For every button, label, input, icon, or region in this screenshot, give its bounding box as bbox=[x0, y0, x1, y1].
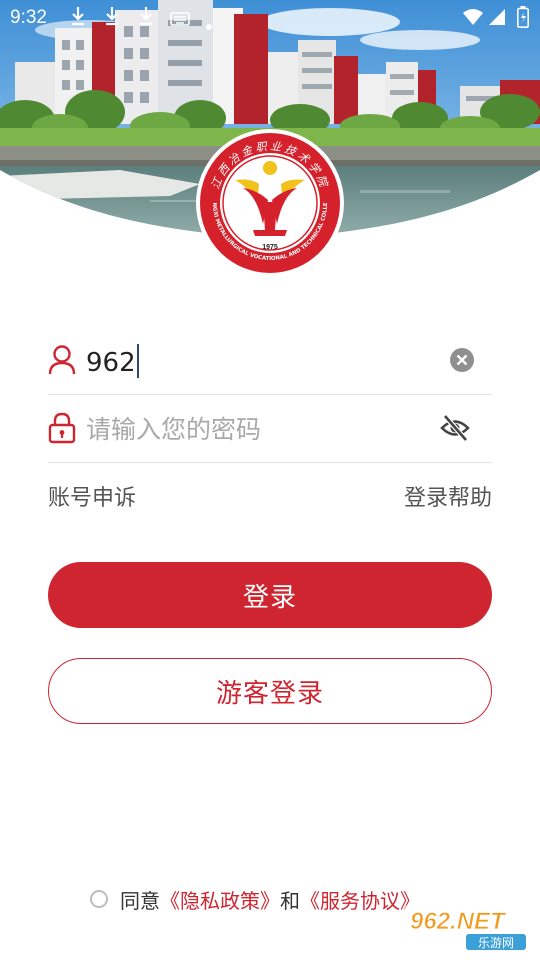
download-icon bbox=[70, 6, 86, 31]
status-time: 9:32 bbox=[10, 7, 47, 28]
emblem-year: 1975 bbox=[262, 244, 278, 251]
username-row: 962 bbox=[48, 326, 492, 395]
account-appeal-link[interactable]: 账号申诉 bbox=[48, 485, 136, 513]
college-emblem: 江西冶金职业技术学院 JIANGXI METALLURGICAL VOCATIO… bbox=[193, 124, 345, 278]
password-row bbox=[48, 394, 492, 463]
keyboard-icon bbox=[170, 10, 190, 31]
user-icon bbox=[48, 344, 76, 376]
site-watermark-logo: 962.NET 乐游网 bbox=[402, 902, 534, 954]
clear-icon[interactable] bbox=[450, 348, 474, 372]
eye-off-icon[interactable] bbox=[440, 413, 470, 443]
status-bar: 9:32 bbox=[0, 0, 540, 36]
login-button-label: 登录 bbox=[242, 582, 297, 613]
guest-login-button[interactable]: 游客登录 bbox=[48, 658, 492, 724]
download-icon bbox=[138, 6, 154, 31]
agreement-radio[interactable] bbox=[90, 890, 108, 908]
agreement-conjunction: 和 bbox=[280, 888, 300, 913]
username-input[interactable]: 962 bbox=[86, 344, 139, 379]
download-icon bbox=[104, 6, 120, 31]
password-input[interactable] bbox=[84, 408, 428, 450]
login-help-link[interactable]: 登录帮助 bbox=[404, 485, 492, 513]
wifi-icon bbox=[462, 8, 484, 31]
agreement-row: 同意 《隐私政策》 和 《服务协议》 bbox=[90, 884, 420, 914]
lock-icon bbox=[48, 412, 76, 444]
privacy-policy-link[interactable]: 《隐私政策》 bbox=[160, 885, 280, 914]
guest-login-button-label: 游客登录 bbox=[215, 678, 324, 709]
agreement-prefix: 同意 bbox=[120, 888, 160, 913]
dot-icon bbox=[206, 14, 212, 35]
signal-icon bbox=[488, 8, 506, 31]
login-screen: 9:32 江西冶金职业技术学院 NGXI METALLURGICAL VOCAT… bbox=[0, 0, 540, 960]
login-button[interactable]: 登录 bbox=[48, 562, 492, 628]
text-caret bbox=[136, 344, 139, 378]
watermark-brand: 962.NET bbox=[410, 908, 507, 935]
watermark-site: 乐游网 bbox=[478, 936, 514, 950]
username-value: 962 bbox=[86, 348, 136, 378]
battery-icon bbox=[517, 6, 529, 33]
